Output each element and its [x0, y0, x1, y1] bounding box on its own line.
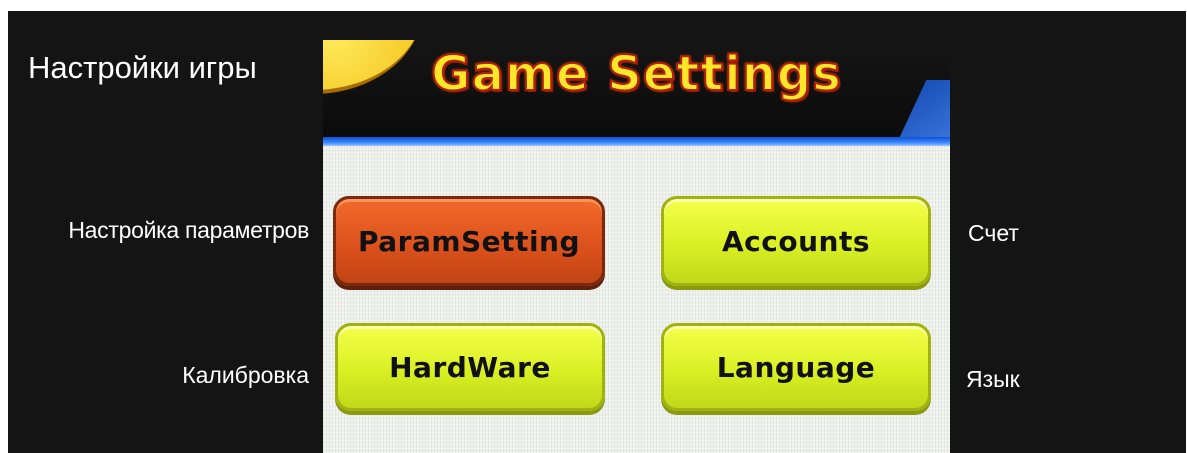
hardware-button[interactable]: HardWare: [335, 323, 605, 411]
language-button[interactable]: Language: [661, 323, 931, 411]
header-divider-bar: [323, 137, 950, 146]
page-title: Game Settings: [430, 45, 842, 103]
caption-hardware-ru: Калибровка: [182, 362, 309, 388]
caption-game-settings-ru: Настройки игры: [28, 50, 257, 85]
caption-param-setting-ru: Настройка параметров: [68, 217, 309, 243]
screen-header: Game Settings: [323, 40, 950, 150]
accounts-button[interactable]: Accounts: [661, 196, 931, 286]
param-setting-button[interactable]: ParamSetting: [333, 196, 605, 286]
caption-accounts-ru: Счет: [968, 220, 1019, 246]
caption-language-ru: Язык: [966, 366, 1020, 392]
game-settings-screen: Game Settings ParamSetting Accounts Hard…: [323, 40, 950, 453]
